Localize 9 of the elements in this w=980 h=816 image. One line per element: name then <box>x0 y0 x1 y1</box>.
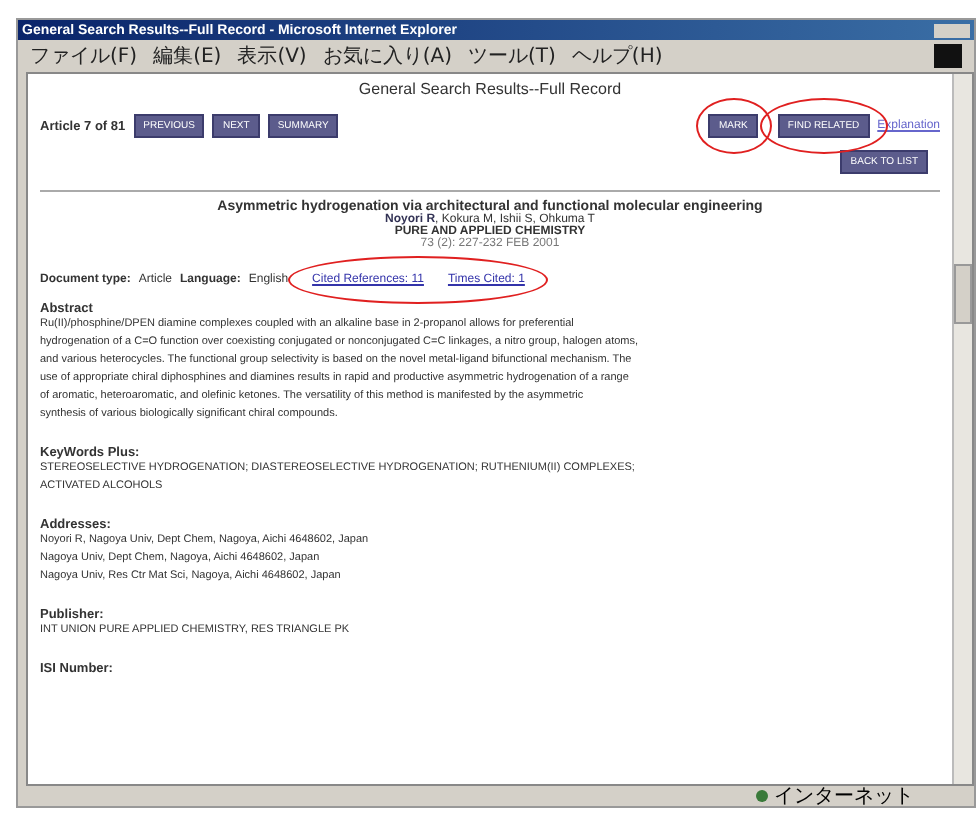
menu-item[interactable]: ファイル(F) <box>30 42 138 70</box>
menu-item[interactable]: 編集(E) <box>153 42 222 70</box>
scrollbar[interactable] <box>952 74 972 784</box>
menu-item[interactable]: ヘルプ(H) <box>571 42 663 70</box>
menu-item[interactable]: 表示(V) <box>237 42 307 70</box>
menu-item[interactable]: お気に入り(A) <box>322 42 452 70</box>
status-zone: インターネット <box>774 784 914 810</box>
menu-item[interactable]: ツール(T) <box>468 42 556 70</box>
page-heading: General Search Results--Full Record <box>356 80 624 98</box>
